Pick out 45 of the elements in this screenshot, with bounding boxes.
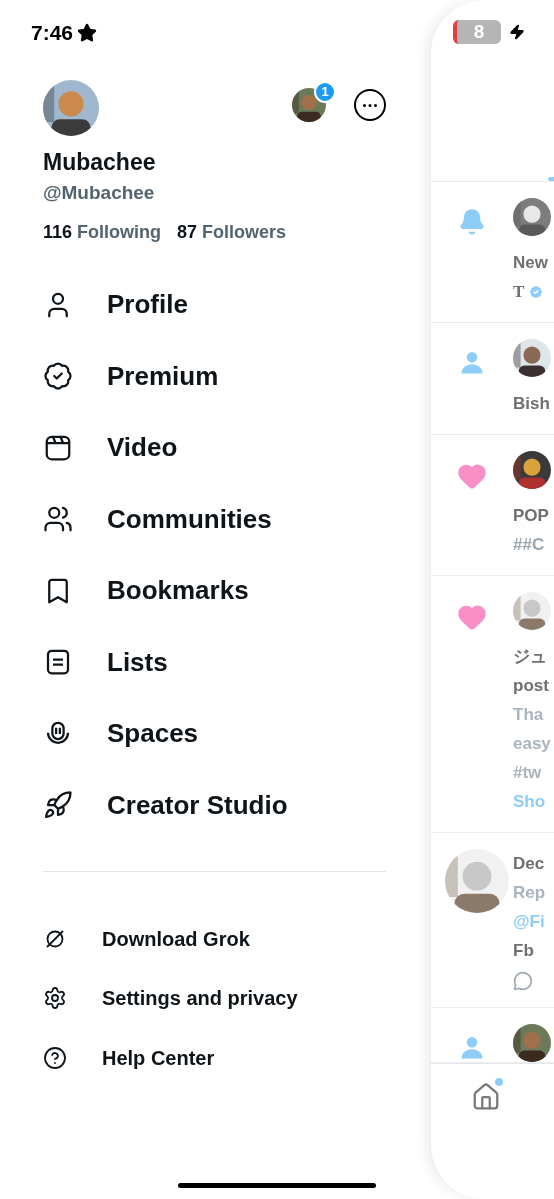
- battery-icon: 8: [453, 20, 501, 44]
- menu-item[interactable]: Lists: [43, 626, 386, 698]
- help-icon: [43, 1045, 67, 1070]
- menu-item[interactable]: Premium: [43, 340, 386, 412]
- notification-badge: 1: [314, 81, 336, 103]
- menu-item[interactable]: Settings and privacy: [43, 968, 386, 1028]
- post-text: Tha: [513, 703, 544, 726]
- profile-handle: @Mubachee: [43, 181, 156, 205]
- menu-item[interactable]: Download Grok: [43, 909, 386, 969]
- badge-check-icon: [43, 361, 73, 392]
- charging-icon: [509, 23, 525, 41]
- menu-item[interactable]: Bookmarks: [43, 555, 386, 627]
- following-link[interactable]: 116 Following: [43, 220, 162, 244]
- post-text: easy: [513, 732, 551, 755]
- menu-item[interactable]: Profile: [43, 269, 386, 341]
- post-title: Dec: [513, 852, 545, 875]
- reply-icon: [513, 971, 533, 991]
- more-button[interactable]: [354, 89, 386, 121]
- profile-name: Mubachee: [43, 148, 157, 176]
- hashtag-text: ##C: [513, 533, 545, 556]
- home-icon[interactable]: [471, 1082, 501, 1112]
- star-icon: [77, 23, 98, 43]
- link-text: @Fi: [513, 910, 545, 933]
- menu-item[interactable]: Spaces: [43, 698, 386, 770]
- bell-icon: [458, 208, 486, 236]
- menu-item[interactable]: Video: [43, 412, 386, 484]
- menu-item[interactable]: Communities: [43, 483, 386, 555]
- timeline-panel[interactable]: 8 New T Bish POP ##C ジュ post Tha easy #tw Sho Dec Rep @Fi Fb: [430, 0, 554, 1199]
- post-title: post: [513, 674, 549, 697]
- followers-link[interactable]: 87 Followers: [177, 220, 287, 244]
- link-text: Sho: [513, 790, 546, 813]
- post-title: Bish: [513, 392, 550, 415]
- post-title: POP: [513, 504, 549, 527]
- settings-icon: [43, 986, 67, 1011]
- more-icon: [363, 103, 377, 107]
- post-text: #tw: [513, 761, 542, 784]
- menu-item[interactable]: Creator Studio: [43, 769, 386, 841]
- post-title: New: [513, 251, 548, 274]
- status-time: 7:46: [31, 20, 74, 46]
- menu-item[interactable]: Help Center: [43, 1028, 386, 1088]
- post-author: T: [513, 280, 525, 303]
- rocket-icon: [43, 790, 73, 821]
- post-title: Fb: [513, 939, 534, 962]
- post-title: ジュ: [513, 645, 547, 668]
- post-text: Rep: [513, 881, 546, 904]
